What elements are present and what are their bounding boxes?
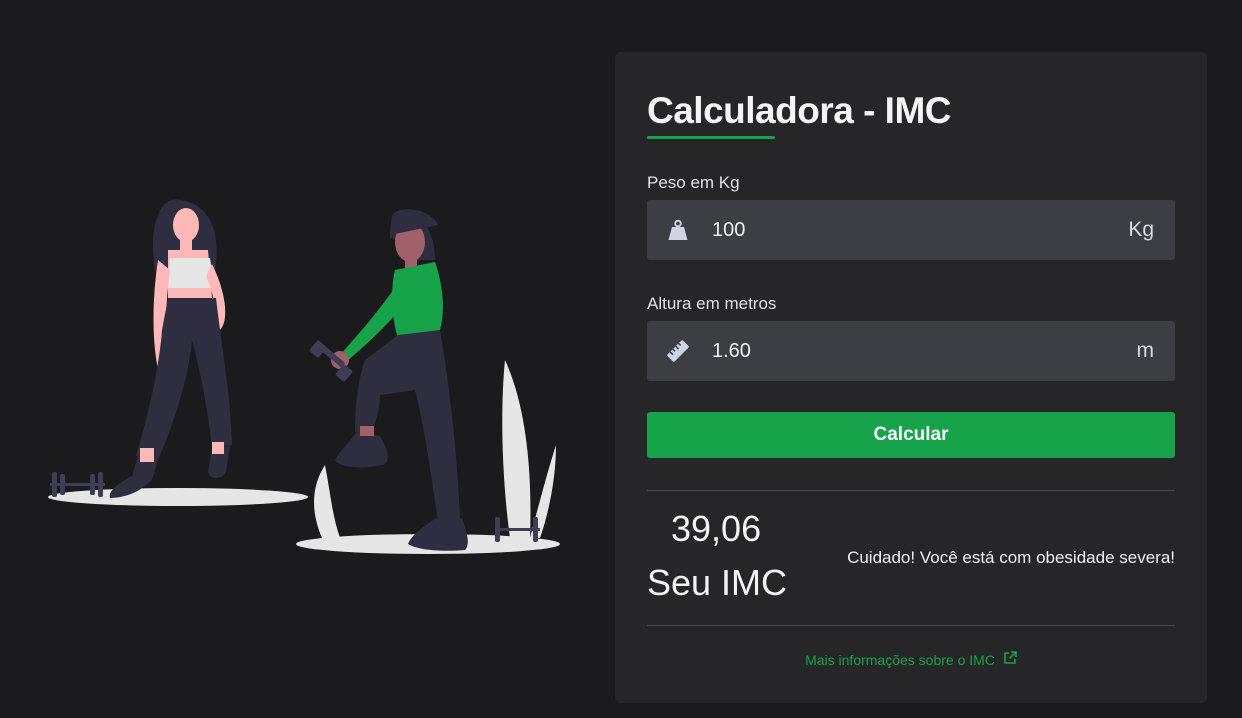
title-underline xyxy=(647,136,775,139)
weight-field[interactable]: Kg xyxy=(647,200,1175,260)
height-input[interactable] xyxy=(712,321,1137,381)
fitness-illustration xyxy=(40,180,570,570)
weight-label: Peso em Kg xyxy=(647,173,740,192)
bmi-message: Cuidado! Você está com obesidade severa! xyxy=(847,548,1175,567)
divider-bottom xyxy=(647,625,1175,626)
height-unit: m xyxy=(1136,339,1155,362)
weight-input[interactable] xyxy=(712,200,1129,260)
weight-unit: Kg xyxy=(1128,218,1154,241)
divider-top xyxy=(647,490,1175,491)
page: Calculadora - IMC Peso em Kg Kg Altura e… xyxy=(0,0,1242,718)
external-link-icon xyxy=(1003,651,1017,668)
weight-icon xyxy=(667,219,689,241)
height-field[interactable]: m xyxy=(647,321,1175,381)
page-title: Calculadora - IMC xyxy=(647,90,952,131)
height-label: Altura em metros xyxy=(647,294,777,313)
ruler-icon xyxy=(667,340,689,362)
bmi-label: Seu IMC xyxy=(647,562,788,603)
bmi-value: 39,06 xyxy=(671,508,762,549)
calculate-button[interactable]: Calcular xyxy=(647,412,1175,458)
more-info-link-label: Mais informações sobre o IMC xyxy=(805,651,995,668)
bmi-calculator-card: Calculadora - IMC Peso em Kg Kg Altura e… xyxy=(615,52,1207,703)
more-info-link[interactable]: Mais informações sobre o IMC xyxy=(615,651,1207,668)
